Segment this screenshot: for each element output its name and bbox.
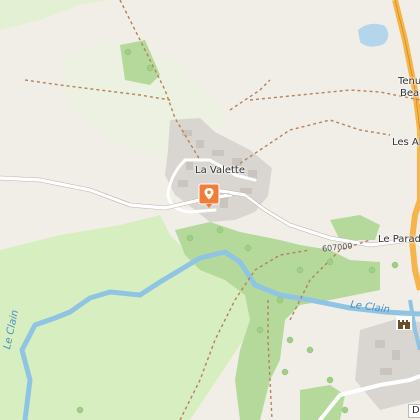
lake [358,23,389,47]
track-northeast [229,79,271,111]
map-view[interactable]: La Valette Tenu Beau Les Al Le Parad 607… [0,0,420,420]
castle-icon[interactable] [396,316,412,330]
location-pin-icon[interactable] [198,183,220,209]
place-label-tenu: Tenu [398,76,420,87]
town-built-area-southeast [355,318,420,410]
forest-patch-east [330,215,380,240]
place-label-la-valette: La Valette [195,165,245,176]
place-label-beau: Beau [400,88,420,99]
place-label-le-parad: Le Parad [378,234,420,245]
place-label-les-a: Les Al [392,137,420,148]
map-canvas[interactable] [0,0,420,420]
place-label-box: D [408,404,420,418]
track-east-upper [249,89,420,101]
castle-graphic [396,316,412,330]
forest-area-northwest [0,0,110,30]
forest-patch-north [120,40,160,85]
location-pin-graphic [198,183,220,208]
